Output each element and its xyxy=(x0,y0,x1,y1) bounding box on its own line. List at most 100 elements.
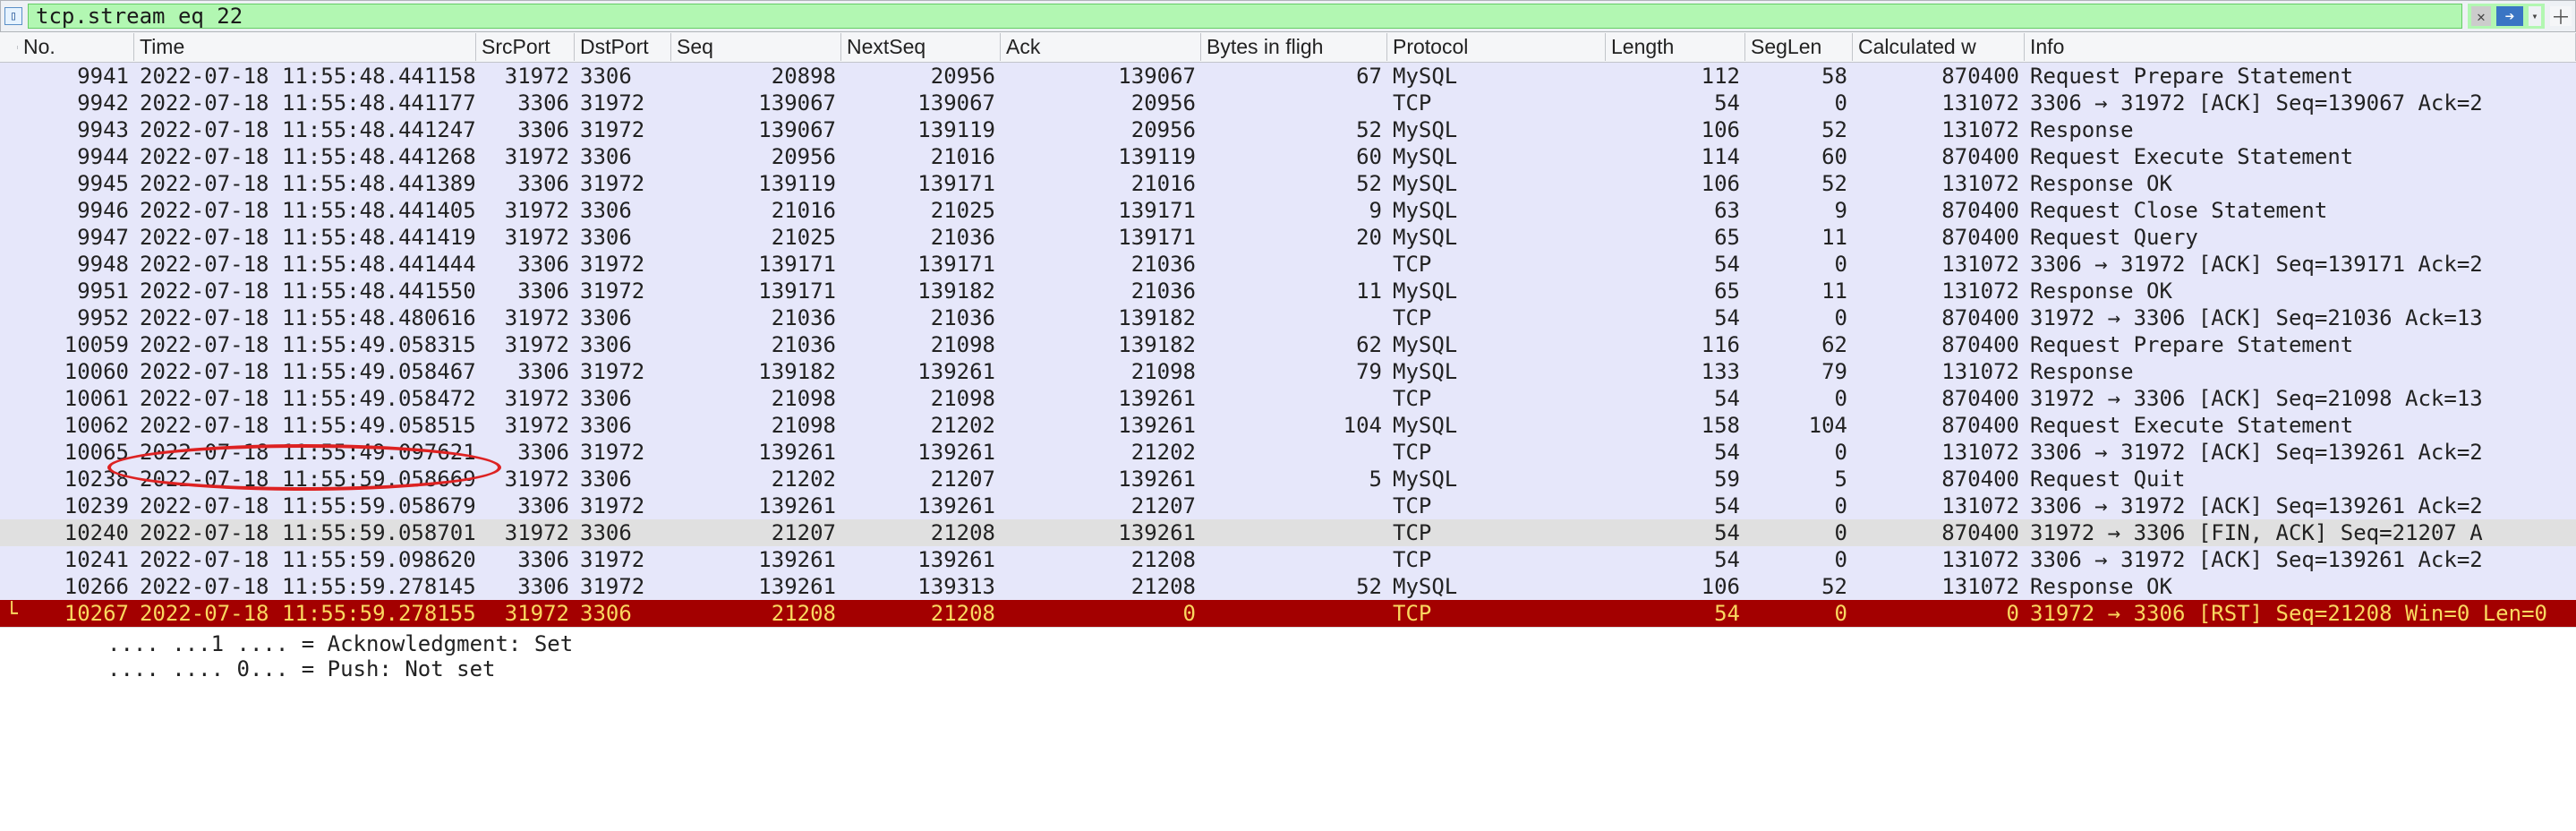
col-bytes-in-flight[interactable]: Bytes in fligh xyxy=(1201,33,1387,61)
col-protocol[interactable]: Protocol xyxy=(1387,33,1606,61)
col-time[interactable]: Time xyxy=(134,33,476,61)
col-calculated-w[interactable]: Calculated w xyxy=(1853,33,2025,61)
cell-calculated-w: 131072 xyxy=(1853,117,2025,142)
cell-time: 2022-07-18 11:55:59.098620 xyxy=(134,547,476,572)
cell-no: 10238 xyxy=(18,467,134,492)
col-seg-len[interactable]: SegLen xyxy=(1745,33,1853,61)
packet-row[interactable]: 102392022-07-18 11:55:59.058679330631972… xyxy=(0,493,2576,519)
bookmark-filter-icon[interactable]: ▯ xyxy=(4,7,22,25)
col-no[interactable]: No. xyxy=(18,33,134,61)
cell-no: 9947 xyxy=(18,225,134,250)
packet-row[interactable]: 100612022-07-18 11:55:49.058472319723306… xyxy=(0,385,2576,412)
cell-protocol: MySQL xyxy=(1387,467,1606,492)
col-next-seq[interactable]: NextSeq xyxy=(841,33,1001,61)
detail-line-ack-flag[interactable]: .... ...1 .... = Acknowledgment: Set xyxy=(107,631,2576,656)
cell-seq: 21207 xyxy=(671,520,841,545)
cell-dst-port: 3306 xyxy=(575,601,671,626)
cell-seg-len: 0 xyxy=(1745,305,1853,330)
cell-time: 2022-07-18 11:55:48.441550 xyxy=(134,278,476,304)
col-info[interactable]: Info xyxy=(2025,33,2576,61)
packet-row[interactable]: 100622022-07-18 11:55:49.058515319723306… xyxy=(0,412,2576,439)
cell-no: 10266 xyxy=(18,574,134,599)
cell-ack: 139171 xyxy=(1001,198,1201,223)
col-dst-port[interactable]: DstPort xyxy=(575,33,671,61)
cell-next-seq: 20956 xyxy=(841,64,1001,89)
apply-filter-button[interactable]: ➔ xyxy=(2496,6,2523,26)
cell-protocol: TCP xyxy=(1387,520,1606,545)
cell-ack: 139067 xyxy=(1001,64,1201,89)
cell-seq: 21016 xyxy=(671,198,841,223)
packet-row[interactable]: 99522022-07-18 11:55:48.4806163197233062… xyxy=(0,304,2576,331)
cell-seg-len: 11 xyxy=(1745,225,1853,250)
cell-seq: 21025 xyxy=(671,225,841,250)
filter-history-dropdown[interactable]: ▾ xyxy=(2529,6,2541,26)
cell-calculated-w: 870400 xyxy=(1853,305,2025,330)
packet-row[interactable]: └102672022-07-18 11:55:59.27815531972330… xyxy=(0,600,2576,627)
cell-seq: 139261 xyxy=(671,493,841,518)
display-filter-input[interactable] xyxy=(28,4,2462,29)
packet-row[interactable]: 99512022-07-18 11:55:48.4415503306319721… xyxy=(0,278,2576,304)
packet-row[interactable]: 100602022-07-18 11:55:49.058467330631972… xyxy=(0,358,2576,385)
cell-next-seq: 139261 xyxy=(841,440,1001,465)
cell-protocol: MySQL xyxy=(1387,144,1606,169)
packet-row[interactable]: 102412022-07-18 11:55:59.098620330631972… xyxy=(0,546,2576,573)
packet-row[interactable]: 99432022-07-18 11:55:48.4412473306319721… xyxy=(0,116,2576,143)
cell-seq: 21208 xyxy=(671,601,841,626)
packet-row[interactable]: 100652022-07-18 11:55:49.097621330631972… xyxy=(0,439,2576,466)
cell-bytes-in-flight: 62 xyxy=(1201,332,1387,357)
cell-info: 31972 → 3306 [FIN, ACK] Seq=21207 A xyxy=(2025,520,2576,545)
cell-seg-len: 0 xyxy=(1745,493,1853,518)
packet-row[interactable]: 102382022-07-18 11:55:59.058669319723306… xyxy=(0,466,2576,493)
packet-row[interactable]: 102402022-07-18 11:55:59.058701319723306… xyxy=(0,519,2576,546)
col-length[interactable]: Length xyxy=(1606,33,1745,61)
cell-ack: 139261 xyxy=(1001,413,1201,438)
row-marker: └ xyxy=(0,601,18,626)
add-filter-button[interactable]: ＋ xyxy=(2550,6,2572,26)
cell-calculated-w: 131072 xyxy=(1853,440,2025,465)
col-ack[interactable]: Ack xyxy=(1001,33,1201,61)
packet-list-body[interactable]: 99412022-07-18 11:55:48.4411583197233062… xyxy=(0,63,2576,627)
cell-src-port: 3306 xyxy=(476,171,575,196)
packet-row[interactable]: 99482022-07-18 11:55:48.4414443306319721… xyxy=(0,251,2576,278)
packet-details-pane[interactable]: .... ...1 .... = Acknowledgment: Set ...… xyxy=(0,627,2576,681)
packet-row[interactable]: 100592022-07-18 11:55:49.058315319723306… xyxy=(0,331,2576,358)
packet-row[interactable]: 99422022-07-18 11:55:48.4411773306319721… xyxy=(0,90,2576,116)
cell-protocol: MySQL xyxy=(1387,64,1606,89)
cell-calculated-w: 870400 xyxy=(1853,386,2025,411)
cell-length: 59 xyxy=(1606,467,1745,492)
cell-no: 10065 xyxy=(18,440,134,465)
cell-info: 3306 → 31972 [ACK] Seq=139261 Ack=2 xyxy=(2025,547,2576,572)
packet-row[interactable]: 102662022-07-18 11:55:59.278145330631972… xyxy=(0,573,2576,600)
cell-ack: 20956 xyxy=(1001,117,1201,142)
cell-seq: 20956 xyxy=(671,144,841,169)
packet-row[interactable]: 99462022-07-18 11:55:48.4414053197233062… xyxy=(0,197,2576,224)
cell-calculated-w: 0 xyxy=(1853,601,2025,626)
cell-calculated-w: 131072 xyxy=(1853,359,2025,384)
cell-info: Response OK xyxy=(2025,574,2576,599)
cell-bytes-in-flight: 67 xyxy=(1201,64,1387,89)
cell-next-seq: 139182 xyxy=(841,278,1001,304)
cell-seg-len: 104 xyxy=(1745,413,1853,438)
col-src-port[interactable]: SrcPort xyxy=(476,33,575,61)
cell-next-seq: 21098 xyxy=(841,332,1001,357)
cell-length: 133 xyxy=(1606,359,1745,384)
cell-next-seq: 21202 xyxy=(841,413,1001,438)
cell-info: Response OK xyxy=(2025,171,2576,196)
packet-row[interactable]: 99472022-07-18 11:55:48.4414193197233062… xyxy=(0,224,2576,251)
packet-row[interactable]: 99442022-07-18 11:55:48.4412683197233062… xyxy=(0,143,2576,170)
cell-ack: 0 xyxy=(1001,601,1201,626)
cell-next-seq: 21025 xyxy=(841,198,1001,223)
cell-seg-len: 52 xyxy=(1745,171,1853,196)
col-seq[interactable]: Seq xyxy=(671,33,841,61)
cell-seg-len: 9 xyxy=(1745,198,1853,223)
cell-src-port: 3306 xyxy=(476,252,575,277)
col-marker[interactable] xyxy=(0,46,18,49)
cell-dst-port: 3306 xyxy=(575,332,671,357)
packet-row[interactable]: 99412022-07-18 11:55:48.4411583197233062… xyxy=(0,63,2576,90)
clear-filter-button[interactable]: ✕ xyxy=(2471,6,2491,26)
cell-src-port: 31972 xyxy=(476,386,575,411)
packet-row[interactable]: 99452022-07-18 11:55:48.4413893306319721… xyxy=(0,170,2576,197)
cell-time: 2022-07-18 11:55:48.441419 xyxy=(134,225,476,250)
detail-line-push-flag[interactable]: .... .... 0... = Push: Not set xyxy=(107,656,2576,681)
cell-next-seq: 21016 xyxy=(841,144,1001,169)
